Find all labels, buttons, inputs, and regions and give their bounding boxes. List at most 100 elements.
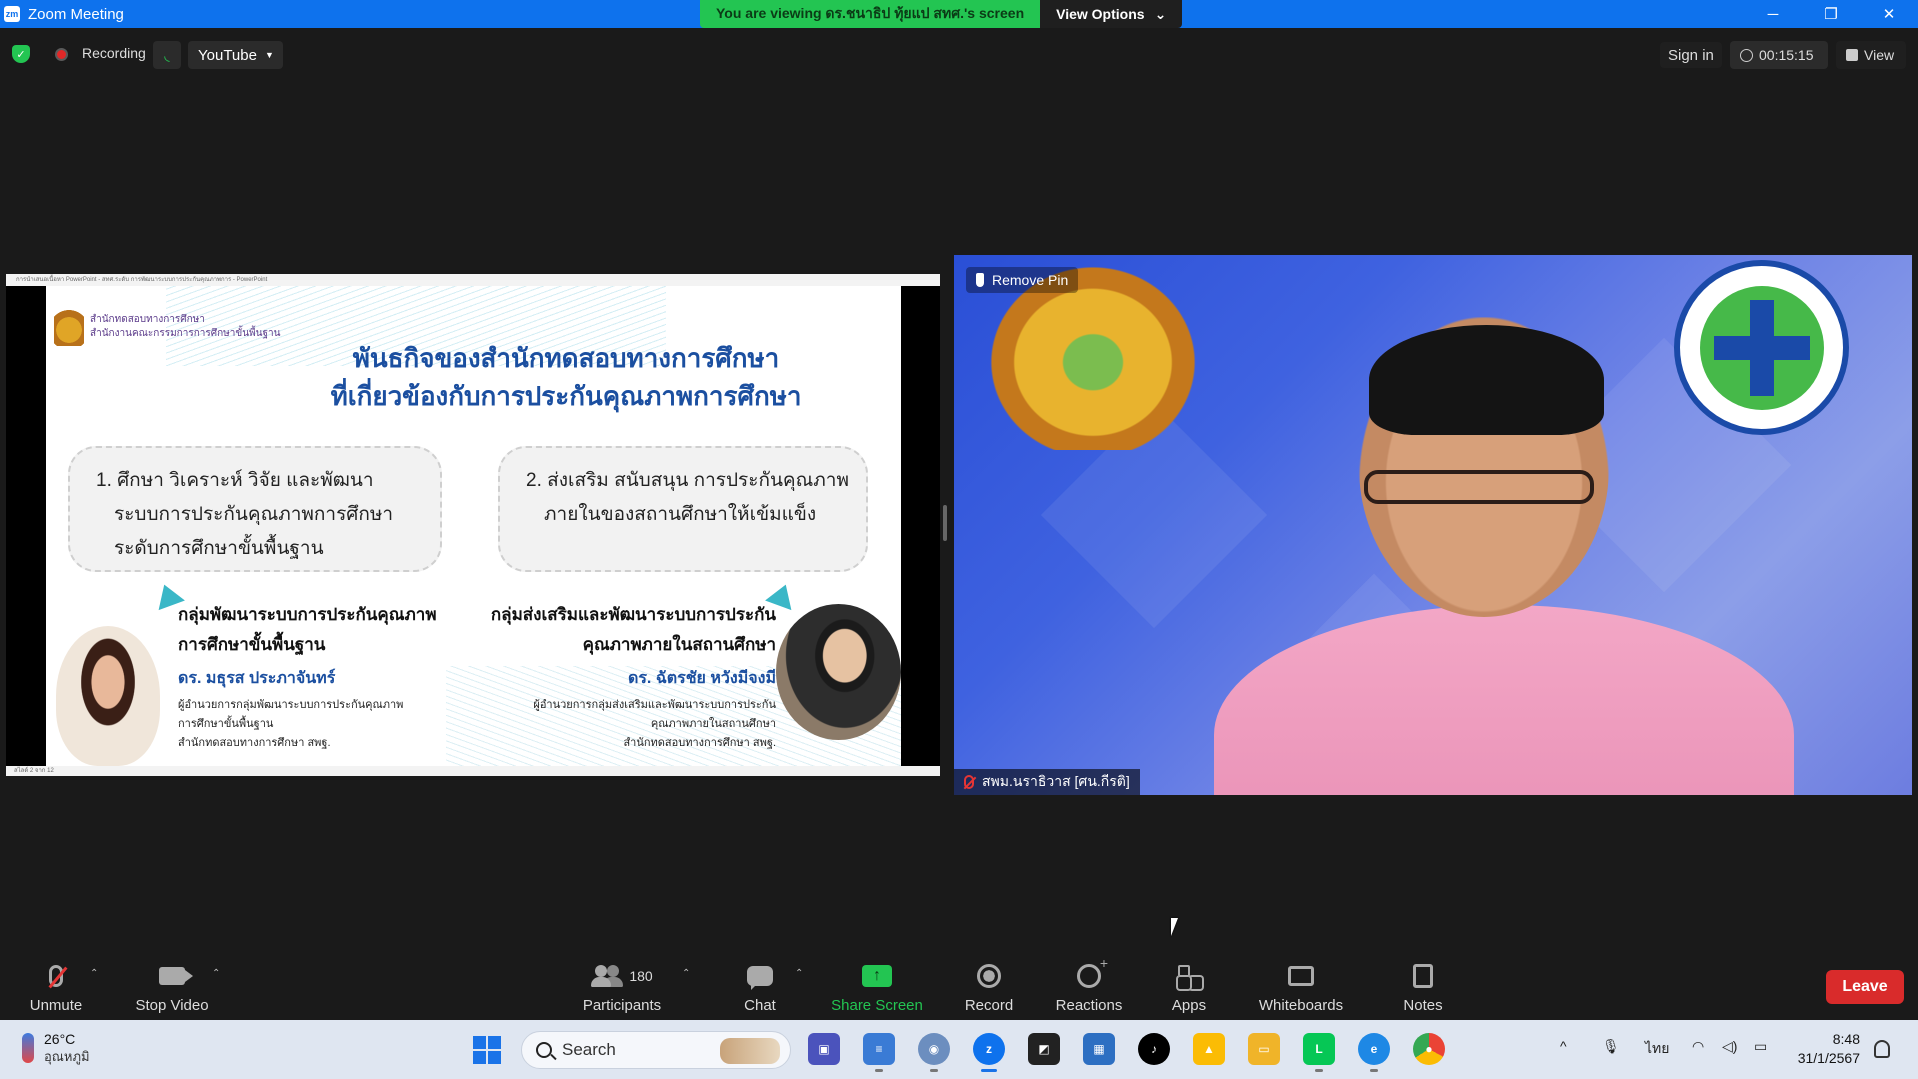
windows-start-icon[interactable] xyxy=(473,1036,501,1064)
taskbar-clock[interactable]: 8:48 31/1/2567 xyxy=(1790,1030,1860,1068)
audio-options-caret[interactable]: ⌃ xyxy=(90,968,98,979)
record-icon xyxy=(974,963,1004,989)
tray-overflow-chevron-icon[interactable]: ^ xyxy=(1560,1038,1567,1054)
reactions-button[interactable]: Reactions xyxy=(1054,952,1124,1020)
tiktok-app-icon[interactable]: ♪ xyxy=(1138,1033,1170,1065)
view-options-button[interactable]: View Options ⌄ xyxy=(1040,0,1183,28)
leave-button[interactable]: Leave xyxy=(1826,970,1904,1004)
calculator-app-icon[interactable]: ▦ xyxy=(1083,1033,1115,1065)
apps-icon xyxy=(1174,963,1204,989)
group1-line1: กลุ่มพัฒนาระบบการประกันคุณภาพ xyxy=(178,605,437,624)
notes-button[interactable]: Notes xyxy=(1400,952,1446,1020)
security-shield-icon[interactable]: ✓ xyxy=(12,45,30,63)
weather-temperature: 26°C xyxy=(44,1031,76,1047)
role2-line2: คุณภาพภายในสถานศึกษา xyxy=(650,718,776,730)
participants-button[interactable]: 180 Participants xyxy=(580,952,664,1020)
chevron-down-icon: ⌄ xyxy=(1154,5,1167,22)
sign-in-button[interactable]: Sign in xyxy=(1660,42,1722,68)
mission-2-line1: 2. ส่งเสริม สนับสนุน การประกันคุณภาพ xyxy=(526,470,849,491)
view-options-label: View Options xyxy=(1056,6,1145,22)
mission-box-2: 2. ส่งเสริม สนับสนุน การประกันคุณภาพ ภาย… xyxy=(498,446,868,572)
meeting-toolbar: Unmute ⌃ Stop Video ⌃ 180 Participants ⌃… xyxy=(0,952,1918,1020)
weather-widget[interactable]: 26°C อุณหภูมิ xyxy=(22,1030,90,1066)
search-placeholder: Search xyxy=(562,1040,616,1059)
notification-bell-icon[interactable] xyxy=(1874,1040,1890,1058)
taskbar-search-box[interactable]: Search xyxy=(521,1031,791,1069)
wifi-icon[interactable]: ◠ xyxy=(1692,1038,1704,1055)
speaker-icon[interactable]: ◁) xyxy=(1722,1038,1737,1055)
google-drive-app-icon[interactable]: ▲ xyxy=(1193,1033,1225,1065)
weather-text: 26°C อุณหภูมิ xyxy=(44,1030,90,1066)
chrome-app-icon[interactable]: ● xyxy=(1413,1033,1445,1065)
zoom-logo-icon: zm xyxy=(4,6,20,22)
live-stream-icon[interactable]: ◟ xyxy=(153,41,181,69)
sticky-notes-app-icon[interactable]: ◩ xyxy=(1028,1033,1060,1065)
view-button[interactable]: View xyxy=(1836,41,1906,69)
edge-app-icon[interactable]: e xyxy=(1358,1033,1390,1072)
window-title: Zoom Meeting xyxy=(28,5,124,23)
record-label: Record xyxy=(964,997,1014,1014)
share-screen-label: Share Screen xyxy=(831,997,923,1014)
clock-date: 31/1/2567 xyxy=(1797,1050,1860,1066)
split-view-handle[interactable] xyxy=(943,505,947,541)
close-button[interactable]: ✕ xyxy=(1860,0,1918,28)
teams-app-icon[interactable]: ▣ xyxy=(808,1033,840,1065)
system-app-icon[interactable]: ◉ xyxy=(918,1033,950,1072)
input-language-indicator[interactable]: ไทย xyxy=(1645,1038,1669,1060)
person1-name: ดร. มธุรส ประภาจันทร์ xyxy=(178,670,336,687)
presentation-slide: สำนักทดสอบทางการศึกษา สำนักงานคณะกรรมการ… xyxy=(46,286,901,766)
youtube-stream-label: YouTube xyxy=(198,46,257,64)
record-button[interactable]: Record xyxy=(962,952,1016,1020)
slide-org-line2: สำนักงานคณะกรรมการการศึกษาขั้นพื้นฐาน xyxy=(90,328,281,339)
mission-1-line3: ระดับการศึกษาขั้นพื้นฐาน xyxy=(114,538,324,559)
caret-down-icon: ▼ xyxy=(264,50,274,60)
view-layout-icon xyxy=(1846,49,1858,61)
participant-name-tag: สพม.นราธิวาส [ศน.กีรติ] xyxy=(954,769,1140,795)
remove-pin-button[interactable]: Remove Pin xyxy=(966,267,1079,293)
whiteboards-button[interactable]: Whiteboards xyxy=(1256,952,1346,1020)
person2-role: ผู้อำนวยการกลุ่มส่งเสริมและพัฒนาระบบการป… xyxy=(446,696,776,753)
apps-button[interactable]: Apps xyxy=(1168,952,1210,1020)
meeting-status-bar: ✓ Recording ◟ YouTube ▼ Sign in 00:15:15… xyxy=(0,34,1918,74)
group1-line2: การศึกษาขั้นพื้นฐาน xyxy=(178,635,326,654)
pinned-video-tile[interactable]: Remove Pin สพม.นราธิวาส [ศน.กีรติ] xyxy=(954,255,1912,795)
mouse-cursor-icon xyxy=(1171,918,1178,936)
title-bar: zm Zoom Meeting You are viewing ดร.ชนาธิ… xyxy=(0,0,1918,28)
viewing-banner: You are viewing ดร.ชนาธิป ทุ้ยแป สทศ.'s … xyxy=(700,0,1183,28)
notepad-app-icon[interactable]: ≡ xyxy=(863,1033,895,1072)
view-button-label: View xyxy=(1864,47,1895,63)
minimize-button[interactable]: ─ xyxy=(1744,0,1802,28)
logo-arrow-cross xyxy=(1714,336,1810,360)
share-screen-button[interactable]: ↑ Share Screen xyxy=(830,952,924,1020)
role1-line2: การศึกษาขั้นพื้นฐาน xyxy=(178,718,274,730)
reactions-icon xyxy=(1074,955,1108,989)
shared-screen[interactable]: การนำเสนอเนื้อหา PowerPoint - สทศ.ระดับ … xyxy=(6,274,940,776)
notes-label: Notes xyxy=(1403,997,1443,1014)
battery-icon[interactable]: ▭ xyxy=(1754,1038,1767,1055)
file-explorer-app-icon[interactable]: ▭ xyxy=(1248,1033,1280,1065)
stop-video-button[interactable]: Stop Video xyxy=(130,952,214,1020)
participant-glasses xyxy=(1364,470,1594,504)
search-highlight-image xyxy=(720,1038,780,1064)
video-options-caret[interactable]: ⌃ xyxy=(212,968,220,979)
zoom-app-icon[interactable]: z xyxy=(973,1033,1005,1072)
powerpoint-title-bar: การนำเสนอเนื้อหา PowerPoint - สทศ.ระดับ … xyxy=(6,274,940,286)
restore-button[interactable]: ❐ xyxy=(1802,0,1860,28)
participant-shirt xyxy=(1214,605,1794,795)
mission-box-1: 1. ศึกษา วิเคราะห์ วิจัย และพัฒนา ระบบกา… xyxy=(68,446,442,572)
clock-icon xyxy=(1740,48,1753,62)
line-app-icon[interactable]: L xyxy=(1303,1033,1335,1072)
unmute-button[interactable]: Unmute xyxy=(22,952,90,1020)
microphone-tray-icon[interactable]: 🎙 xyxy=(1602,1038,1620,1055)
chat-button[interactable]: Chat xyxy=(738,952,782,1020)
meeting-timer[interactable]: 00:15:15 xyxy=(1730,41,1828,69)
group2-line1: กลุ่มส่งเสริมและพัฒนาระบบการประกัน xyxy=(490,605,776,624)
participants-options-caret[interactable]: ⌃ xyxy=(682,968,690,979)
obec-emblem-icon xyxy=(54,306,84,346)
share-screen-icon: ↑ xyxy=(862,963,892,989)
powerpoint-status-bar: สไลด์ 2 จาก 12 xyxy=(6,766,940,776)
notes-icon xyxy=(1408,963,1438,989)
youtube-stream-dropdown[interactable]: YouTube ▼ xyxy=(188,41,283,69)
chat-options-caret[interactable]: ⌃ xyxy=(795,968,803,979)
window-controls: ─ ❐ ✕ xyxy=(1744,0,1918,28)
